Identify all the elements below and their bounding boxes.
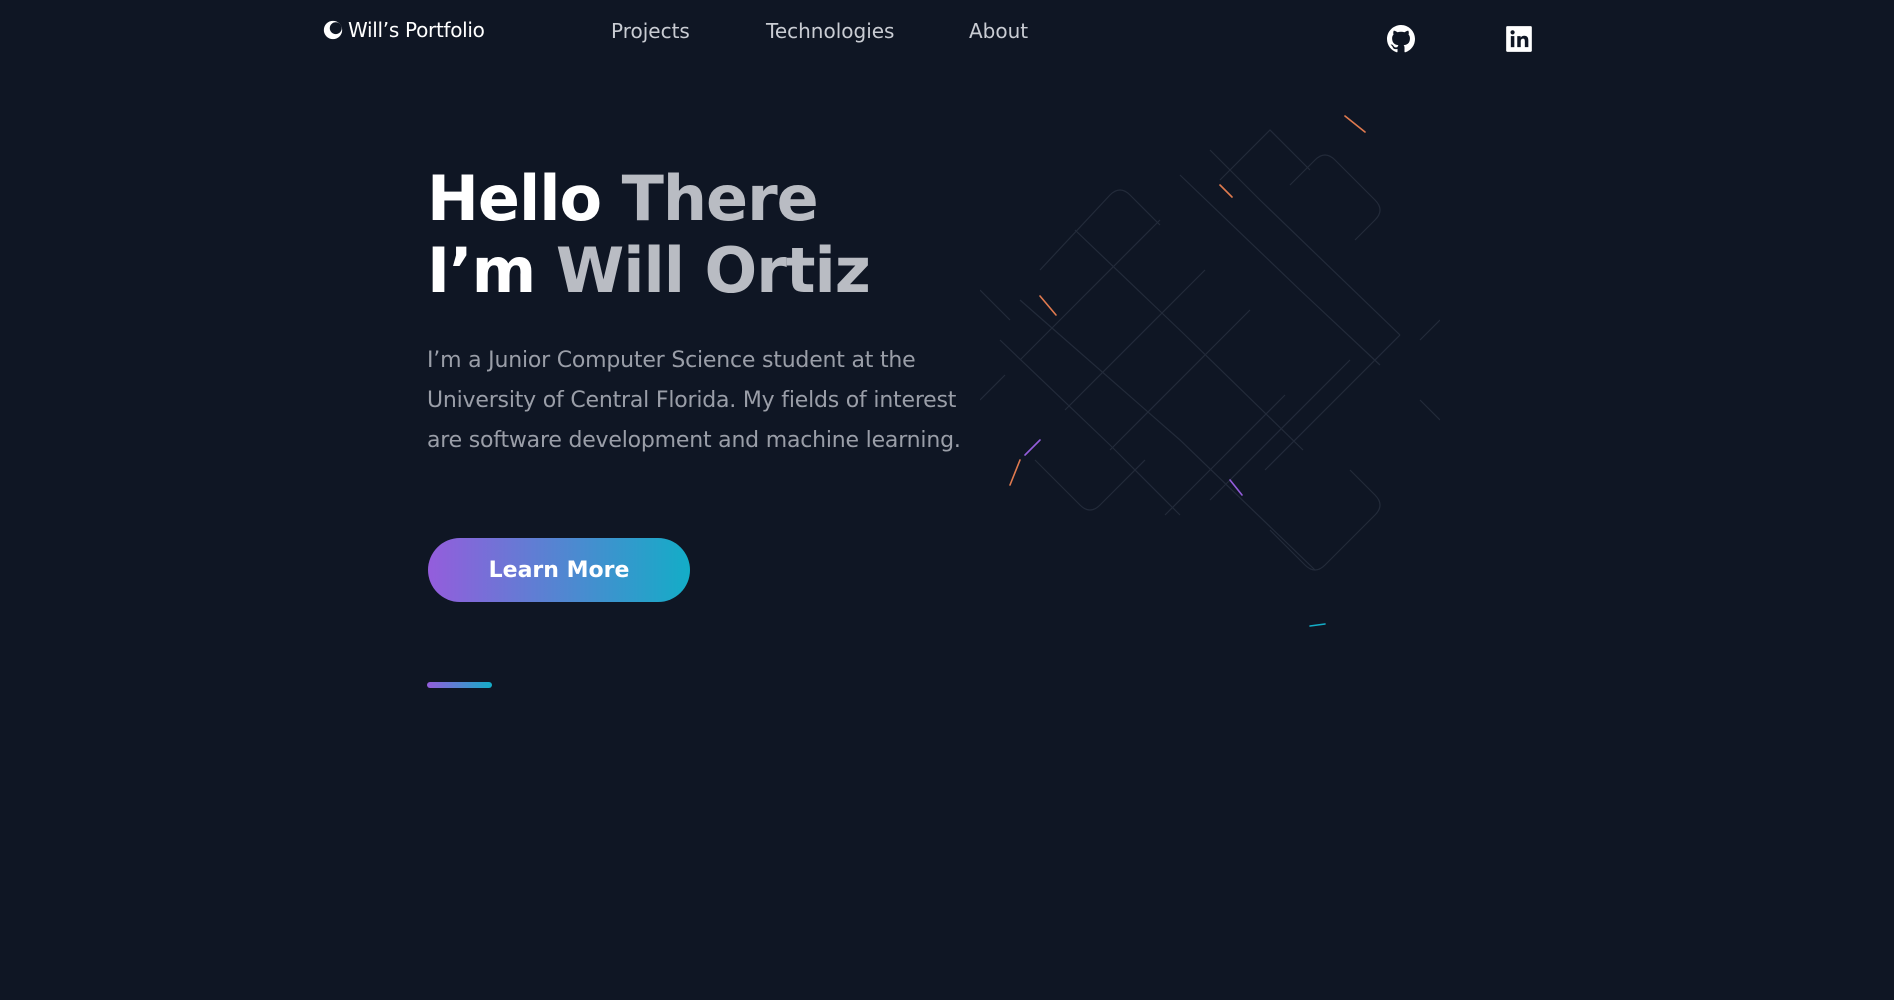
gradient-divider [427,682,492,688]
linkedin-link[interactable] [1505,25,1533,53]
hero-heading-im: I’m [427,234,556,307]
learn-more-button[interactable]: Learn More [428,538,690,602]
linkedin-icon [1506,26,1532,52]
logo-link[interactable]: Will’s Portfolio [322,18,485,42]
github-link[interactable] [1387,25,1415,53]
site-header: Will’s Portfolio Projects Technologies A… [0,0,1894,64]
hero-description: I’m a Junior Computer Science student at… [427,348,961,453]
hero-heading-name: Will Ortiz [555,234,871,307]
portfolio-logo-icon [323,20,343,40]
page: Will’s Portfolio Projects Technologies A… [0,0,1894,1000]
hero-heading: Hello There I’m Will Ortiz [427,163,947,307]
decorative-grid-graphic [980,115,1440,627]
nav-projects-link[interactable]: Projects [611,19,690,43]
hero-heading-there: There [621,162,819,235]
logo-text: Will’s Portfolio [348,18,485,42]
github-icon [1387,25,1415,53]
nav-technologies-link[interactable]: Technologies [766,19,894,43]
nav-about-link[interactable]: About [969,19,1028,43]
hero-heading-hello: Hello [427,162,622,235]
